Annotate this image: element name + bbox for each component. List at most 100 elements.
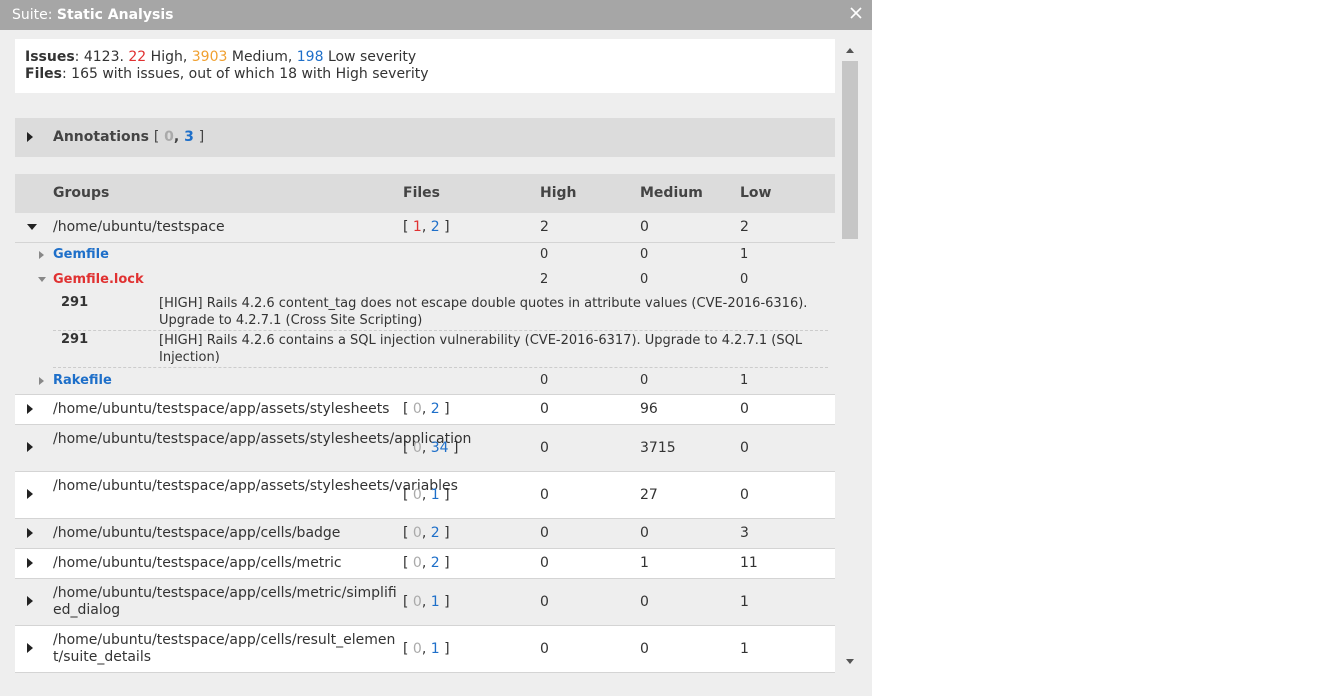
- low-count: 198: [296, 49, 324, 65]
- title-bar: Suite: Static Analysis: [0, 0, 872, 30]
- high-value: 0: [540, 641, 549, 657]
- medium-label: Medium,: [231, 49, 293, 65]
- expand-file-icon[interactable]: [39, 251, 44, 259]
- expand-arrow-icon[interactable]: [27, 558, 33, 568]
- low-value: 0: [740, 401, 749, 417]
- group-row[interactable]: /home/ubuntu/testspace/app/cells/metric/…: [15, 579, 835, 626]
- high-value: 0: [540, 440, 549, 456]
- low-value: 2: [740, 219, 749, 235]
- issues-summary: Issues: 4123. 22 High, 3903 Medium, 198 …: [25, 49, 417, 65]
- files-count: [ 0, 2 ]: [403, 555, 450, 571]
- expand-arrow-icon[interactable]: [27, 528, 33, 538]
- files-other: 34: [430, 440, 449, 456]
- low-label: Low severity: [327, 49, 417, 65]
- file-high: 0: [540, 373, 549, 388]
- high-value: 0: [540, 555, 549, 571]
- high-value: 0: [540, 525, 549, 541]
- file-row[interactable]: Gemfile 0 0 1: [15, 247, 835, 267]
- files-count: [ 0, 2 ]: [403, 401, 450, 417]
- col-files[interactable]: Files: [403, 185, 440, 201]
- expand-arrow-icon[interactable]: [27, 643, 33, 653]
- annotations-header: Annotations [ 0, 3 ]: [53, 129, 205, 145]
- dialog-title: Suite: Static Analysis: [12, 7, 173, 23]
- col-medium[interactable]: Medium: [640, 185, 703, 201]
- issues-total: 4123.: [83, 49, 124, 65]
- group-row[interactable]: /home/ubuntu/testspace/app/cells/badge […: [15, 519, 835, 549]
- high-value: 2: [540, 219, 549, 235]
- file-row-expanded[interactable]: Gemfile.lock 2 0 0: [15, 272, 835, 292]
- low-value: 1: [740, 594, 749, 610]
- file-name-link[interactable]: Rakefile: [53, 373, 112, 388]
- file-name-link[interactable]: Gemfile.lock: [53, 272, 144, 287]
- col-high[interactable]: High: [540, 185, 577, 201]
- low-value: 1: [740, 641, 749, 657]
- medium-value: 27: [640, 487, 658, 503]
- file-name-link[interactable]: Gemfile: [53, 247, 109, 262]
- files-count: [ 0, 1 ]: [403, 487, 450, 503]
- files-other: 2: [430, 219, 440, 235]
- medium-value: 3715: [640, 440, 676, 456]
- collapse-arrow-icon[interactable]: [27, 224, 37, 230]
- issue-row[interactable]: 291 [HIGH] Rails 4.2.6 contains a SQL in…: [53, 332, 828, 368]
- group-row[interactable]: /home/ubuntu/testspace/app/assets/styles…: [15, 425, 835, 472]
- group-path: /home/ubuntu/testspace/app/assets/styles…: [53, 431, 472, 447]
- group-row[interactable]: /home/ubuntu/testspace/app/assets/styles…: [15, 472, 835, 519]
- files-high: 0: [412, 440, 422, 456]
- medium-value: 0: [640, 594, 649, 610]
- medium-value: 0: [640, 525, 649, 541]
- files-other: 2: [430, 401, 440, 417]
- files-count: [ 0, 2 ]: [403, 525, 450, 541]
- files-other: 1: [430, 487, 440, 503]
- issue-description: [HIGH] Rails 4.2.6 contains a SQL inject…: [159, 333, 803, 365]
- suite-dialog: Suite: Static Analysis Issues: 4123. 22 …: [0, 0, 872, 696]
- group-row[interactable]: /home/ubuntu/testspace/app/cells/result_…: [15, 626, 835, 673]
- files-count: [ 0, 1 ]: [403, 641, 450, 657]
- group-row[interactable]: /home/ubuntu/testspace/app/assets/styles…: [15, 395, 835, 425]
- group-path: /home/ubuntu/testspace: [53, 219, 225, 235]
- files-count: [ 1, 2 ]: [403, 219, 450, 235]
- files-other: 2: [430, 525, 440, 541]
- low-value: 3: [740, 525, 749, 541]
- col-groups[interactable]: Groups: [53, 185, 109, 201]
- file-medium: 0: [640, 272, 649, 287]
- low-value: 11: [740, 555, 758, 571]
- suite-name: Static Analysis: [56, 7, 174, 23]
- medium-count: 3903: [191, 49, 228, 65]
- file-row[interactable]: Rakefile 0 0 1: [15, 373, 835, 393]
- group-row-expanded[interactable]: /home/ubuntu/testspace [ 1, 2 ] 2 0 2: [15, 213, 835, 243]
- collapse-file-icon[interactable]: [38, 277, 46, 282]
- issue-line-number: 291: [61, 295, 89, 310]
- files-high: 1: [412, 219, 422, 235]
- groups-table: Groups Files High Medium Low /home/ubunt…: [15, 174, 835, 674]
- high-count: 22: [128, 49, 147, 65]
- file-low: 1: [740, 373, 749, 388]
- annotations-section[interactable]: Annotations [ 0, 3 ]: [15, 118, 835, 157]
- group-row[interactable]: /home/ubuntu/testspace/app/cells/metric …: [15, 549, 835, 579]
- file-high: 0: [540, 247, 549, 262]
- scroll-down-icon[interactable]: [846, 659, 854, 664]
- files-count: [ 0, 1 ]: [403, 594, 450, 610]
- scrollbar-thumb[interactable]: [842, 61, 858, 239]
- low-value: 0: [740, 487, 749, 503]
- files-summary: Files: 165 with issues, out of which 18 …: [25, 66, 429, 82]
- files-other: 2: [430, 555, 440, 571]
- file-medium: 0: [640, 247, 649, 262]
- issue-row[interactable]: 291 [HIGH] Rails 4.2.6 content_tag does …: [53, 295, 828, 331]
- col-low[interactable]: Low: [740, 185, 771, 201]
- vertical-scrollbar[interactable]: [841, 39, 859, 672]
- close-icon[interactable]: [848, 5, 864, 21]
- files-high: 0: [412, 487, 422, 503]
- expand-arrow-icon[interactable]: [27, 596, 33, 606]
- files-high: 0: [412, 641, 422, 657]
- medium-value: 0: [640, 219, 649, 235]
- scroll-up-icon[interactable]: [846, 48, 854, 53]
- annotations-count-b: 3: [184, 129, 194, 145]
- medium-value: 96: [640, 401, 658, 417]
- files-high: 0: [412, 401, 422, 417]
- high-value: 0: [540, 401, 549, 417]
- expand-arrow-icon[interactable]: [27, 442, 33, 452]
- expand-arrow-icon[interactable]: [27, 489, 33, 499]
- expand-arrow-icon[interactable]: [27, 404, 33, 414]
- expand-file-icon[interactable]: [39, 377, 44, 385]
- expand-arrow-icon[interactable]: [27, 132, 33, 142]
